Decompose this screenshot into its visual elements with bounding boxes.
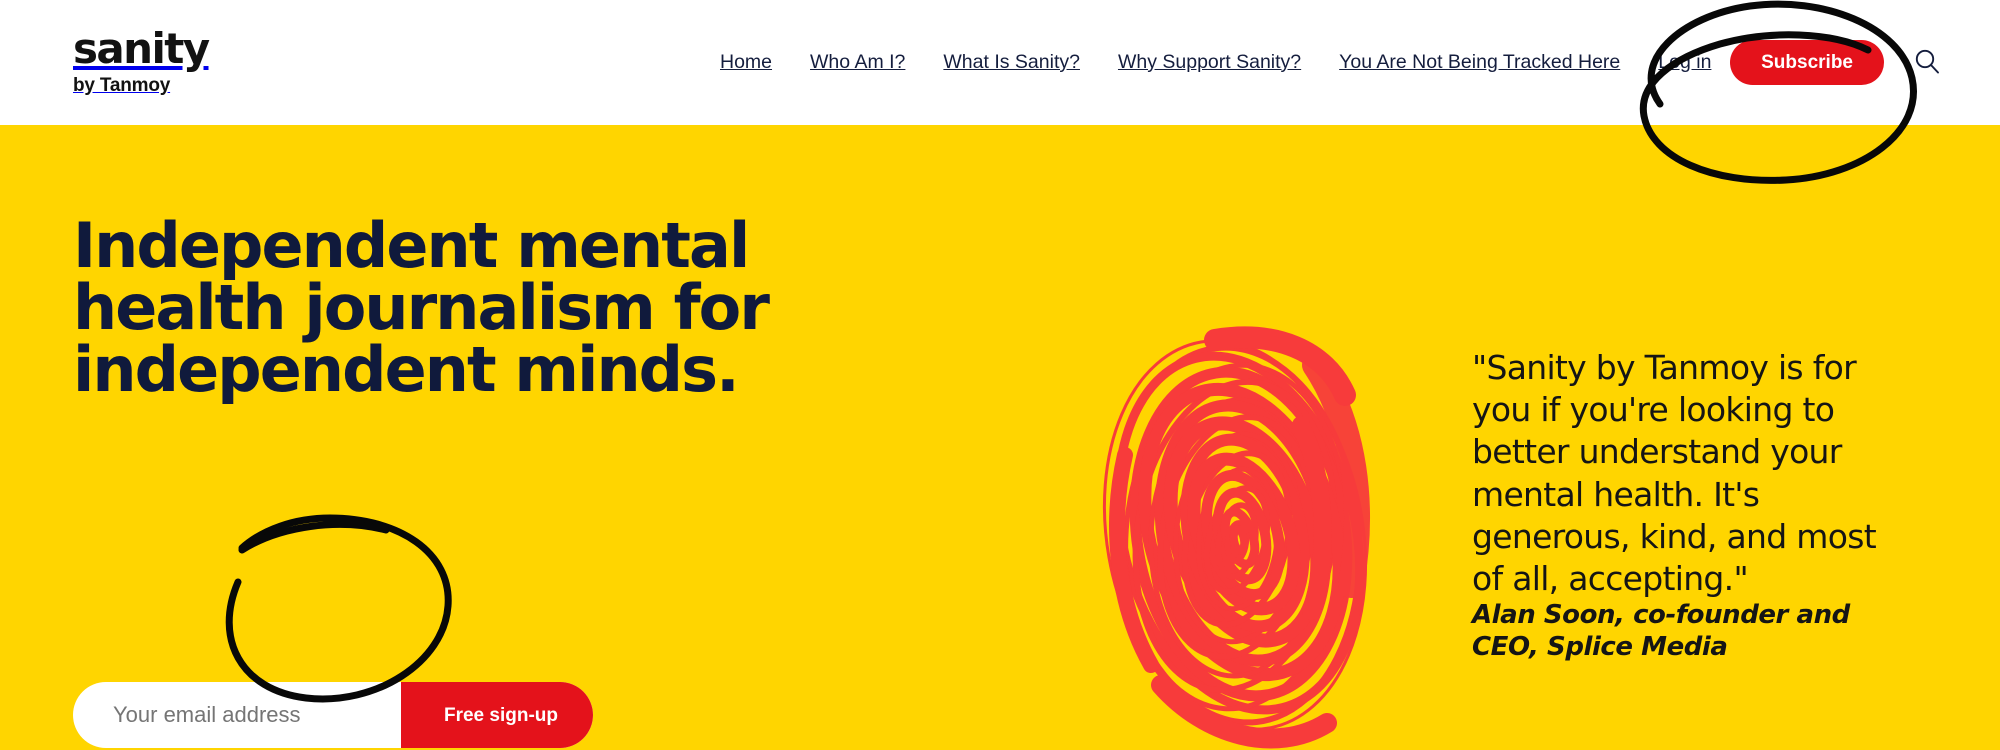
newsletter-signup-form: Free sign-up bbox=[73, 682, 593, 748]
site-header: sanity by Tanmoy Home Who Am I? What Is … bbox=[0, 0, 2000, 125]
nav-item-what-is-sanity[interactable]: What Is Sanity? bbox=[924, 52, 1099, 73]
search-icon bbox=[1912, 46, 1942, 79]
nav-item-log-in[interactable]: Log in bbox=[1639, 52, 1730, 73]
email-input[interactable] bbox=[73, 682, 401, 748]
free-signup-button[interactable]: Free sign-up bbox=[401, 682, 593, 748]
hero-headline: Independent mental health journalism for… bbox=[73, 209, 770, 406]
nav-item-not-being-tracked[interactable]: You Are Not Being Tracked Here bbox=[1320, 52, 1639, 73]
quote-text: "Sanity by Tanmoy is for you if you're l… bbox=[1472, 348, 1877, 599]
nav-item-home[interactable]: Home bbox=[720, 52, 791, 73]
primary-navigation: Home Who Am I? What Is Sanity? Why Suppo… bbox=[720, 0, 1730, 125]
search-button[interactable] bbox=[1910, 46, 1944, 80]
red-spiral-scribble-illustration bbox=[1065, 305, 1405, 750]
nav-item-why-support-sanity[interactable]: Why Support Sanity? bbox=[1099, 52, 1320, 73]
logo-wordmark: sanity bbox=[73, 24, 210, 73]
testimonial-quote-block: "Sanity by Tanmoy is for you if you're l… bbox=[1472, 347, 1902, 664]
header-actions: Subscribe bbox=[1730, 0, 1944, 125]
subscribe-button[interactable]: Subscribe bbox=[1730, 40, 1884, 85]
site-logo[interactable]: sanity by Tanmoy bbox=[73, 24, 313, 96]
logo-tagline: by Tanmoy bbox=[73, 75, 171, 96]
nav-item-who-am-i[interactable]: Who Am I? bbox=[791, 52, 924, 73]
quote-attribution: Alan Soon, co-founder and CEO, Splice Me… bbox=[1472, 600, 1850, 663]
hero-section: Independent mental health journalism for… bbox=[0, 125, 2000, 750]
